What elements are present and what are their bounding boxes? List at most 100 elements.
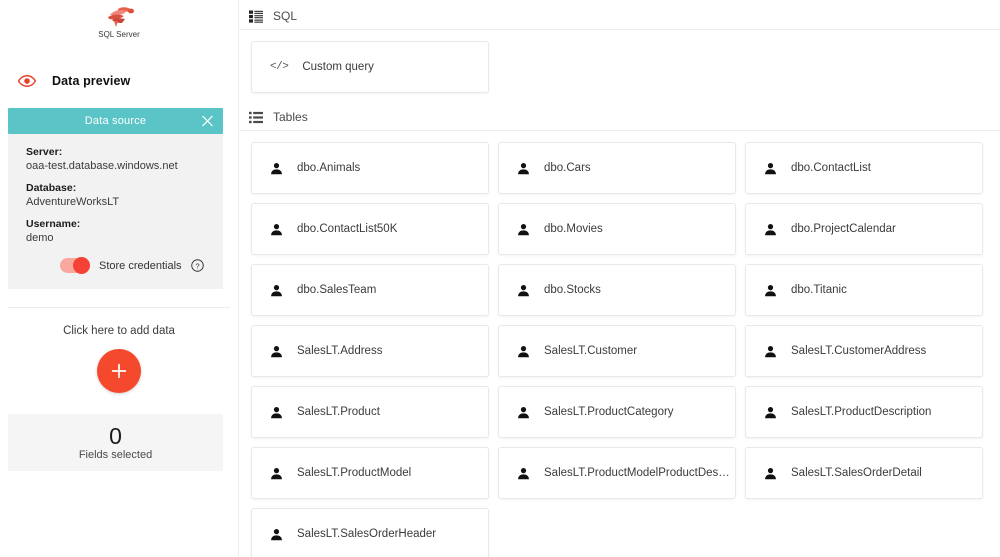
user-icon (764, 162, 777, 175)
tables-section-header: Tables (239, 104, 1000, 130)
user-icon (270, 528, 283, 541)
list-icon (249, 10, 263, 23)
data-preview-label: Data preview (52, 74, 131, 88)
table-card-label: dbo.Movies (544, 223, 603, 235)
user-icon (517, 284, 530, 297)
tables-grid: dbo.Animals dbo.Cars dbo.ContactList dbo.Co… (239, 131, 1000, 557)
table-card[interactable]: SalesLT.ProductModel (251, 447, 489, 499)
sql-server-logo: SQL Server (0, 0, 238, 44)
toggle-knob (73, 257, 90, 274)
sql-server-logo-icon: SQL Server (98, 7, 140, 39)
table-card[interactable]: dbo.ContactList (745, 142, 983, 194)
add-data-text: Click here to add data (63, 325, 175, 337)
store-credentials-row: Store credentials ? (26, 257, 223, 274)
table-card-label: dbo.Animals (297, 162, 361, 174)
table-card-label: dbo.SalesTeam (297, 284, 377, 296)
table-card[interactable]: SalesLT.Customer (498, 325, 736, 377)
fields-selected-count: 0 (109, 422, 122, 449)
table-card[interactable]: SalesLT.ProductCategory (498, 386, 736, 438)
table-card-label: SalesLT.ProductModelProductDescript... (544, 467, 735, 479)
table-card[interactable]: dbo.SalesTeam (251, 264, 489, 316)
table-card[interactable]: SalesLT.SalesOrderDetail (745, 447, 983, 499)
user-icon (764, 345, 777, 358)
bullet-list-icon (249, 111, 263, 123)
user-icon (517, 406, 530, 419)
database-label: Database: (26, 182, 77, 194)
username-label: Username: (26, 218, 81, 230)
data-preview-row[interactable]: Data preview (0, 60, 238, 102)
fields-selected-panel: 0 Fields selected (8, 414, 223, 471)
table-card-label: SalesLT.Customer (544, 345, 638, 357)
plus-icon (111, 363, 127, 379)
fields-selected-label: Fields selected (78, 449, 153, 462)
help-circle-icon[interactable]: ? (190, 259, 204, 272)
store-credentials-toggle[interactable] (60, 257, 90, 274)
table-card[interactable]: SalesLT.SalesOrderHeader (251, 508, 489, 557)
table-card[interactable]: dbo.Movies (498, 203, 736, 255)
server-label: Server: (26, 146, 63, 158)
table-card-label: dbo.ContactList50K (297, 223, 398, 235)
user-icon (517, 223, 530, 236)
user-icon (517, 345, 530, 358)
table-card-label: SalesLT.SalesOrderHeader (297, 528, 437, 540)
table-card-label: SalesLT.ProductCategory (544, 406, 674, 418)
add-data-block: Click here to add data (0, 308, 238, 393)
user-icon (270, 467, 283, 480)
main-content: SQL </> Custom query Tables dbo.Animals … (239, 0, 1000, 557)
table-card-label: SalesLT.ProductDescription (791, 406, 932, 418)
table-card-label: dbo.Cars (544, 162, 591, 174)
user-icon (764, 284, 777, 297)
sql-section-title: SQL (273, 9, 298, 23)
table-card[interactable]: dbo.ProjectCalendar (745, 203, 983, 255)
svg-text:?: ? (195, 261, 199, 270)
table-card[interactable]: dbo.Cars (498, 142, 736, 194)
table-card-label: dbo.ContactList (791, 162, 871, 174)
data-source-title: Data source (84, 115, 147, 127)
user-icon (270, 406, 283, 419)
database-value: AdventureWorksLT (26, 196, 120, 208)
table-card[interactable]: SalesLT.CustomerAddress (745, 325, 983, 377)
user-icon (270, 345, 283, 358)
data-source-card: Data source Server: oaa-test.database.wi… (8, 108, 223, 289)
table-card-label: SalesLT.Product (297, 406, 380, 418)
table-card-label: SalesLT.ProductModel (297, 467, 412, 479)
table-card-label: dbo.ProjectCalendar (791, 223, 896, 235)
eye-icon (18, 75, 36, 87)
data-source-body: Server: oaa-test.database.windows.net Da… (8, 134, 223, 289)
table-card-label: SalesLT.CustomerAddress (791, 345, 927, 357)
user-icon (517, 467, 530, 480)
table-card[interactable]: SalesLT.Product (251, 386, 489, 438)
table-card[interactable]: dbo.Stocks (498, 264, 736, 316)
table-card[interactable]: SalesLT.ProductDescription (745, 386, 983, 438)
server-value: oaa-test.database.windows.net (26, 160, 178, 172)
table-card[interactable]: SalesLT.Address (251, 325, 489, 377)
sql-server-logo-text: SQL Server (98, 30, 140, 39)
user-icon (764, 406, 777, 419)
user-icon (270, 284, 283, 297)
username-value: demo (26, 232, 54, 244)
sql-section-header: SQL (239, 3, 1000, 29)
table-card-label: SalesLT.Address (297, 345, 383, 357)
table-card[interactable]: dbo.ContactList50K (251, 203, 489, 255)
close-icon[interactable] (201, 115, 214, 128)
sql-cards: </> Custom query (239, 30, 1000, 93)
table-card-label: SalesLT.SalesOrderDetail (791, 467, 922, 479)
user-icon (764, 467, 777, 480)
add-data-button[interactable] (97, 349, 141, 393)
user-icon (270, 162, 283, 175)
sidebar: SQL Server Data preview Data source Serv… (0, 0, 239, 557)
data-source-header: Data source (8, 108, 223, 134)
table-card[interactable]: dbo.Titanic (745, 264, 983, 316)
user-icon (517, 162, 530, 175)
code-icon: </> (270, 61, 289, 73)
table-card-label: dbo.Titanic (791, 284, 847, 296)
table-card-label: dbo.Stocks (544, 284, 601, 296)
user-icon (764, 223, 777, 236)
custom-query-label: Custom query (302, 61, 374, 73)
table-card[interactable]: dbo.Animals (251, 142, 489, 194)
app-root: SQL Server Data preview Data source Serv… (0, 0, 1000, 557)
table-card[interactable]: SalesLT.ProductModelProductDescript... (498, 447, 736, 499)
user-icon (270, 223, 283, 236)
custom-query-card[interactable]: </> Custom query (251, 41, 489, 93)
store-credentials-label: Store credentials (99, 259, 182, 272)
